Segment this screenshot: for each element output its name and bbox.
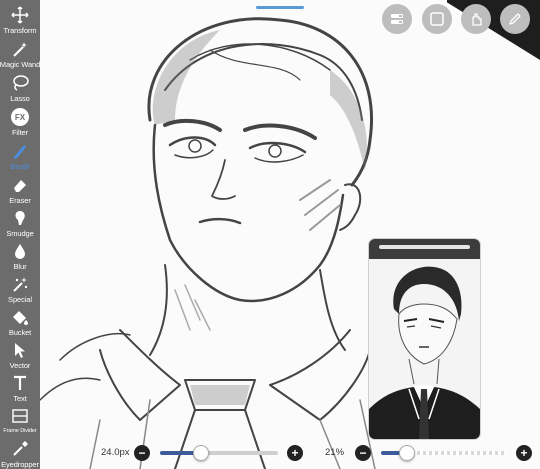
text-icon [9,372,31,394]
tool-filter[interactable]: FX Filter [0,106,40,137]
layers-icon [391,14,403,24]
tool-sidebar: Transform Magic Wand Lasso FX Filter Bru… [0,0,40,469]
tool-label: Lasso [10,94,30,103]
plus-icon: + [291,446,299,460]
opacity-increase-button[interactable]: + [516,445,532,461]
tool-label: Vector [9,361,31,370]
tool-label: Bucket [8,328,32,337]
opacity-value: 21% [325,447,345,458]
pen-icon [509,13,521,25]
lasso-icon [9,72,31,94]
tool-bucket[interactable]: Bucket [0,306,40,337]
layers-button[interactable] [382,4,412,34]
minus-icon: − [359,446,367,460]
tool-special[interactable]: Special [0,273,40,304]
tool-label: Transform [3,26,37,35]
tool-label: Frame Divider [3,428,37,434]
brush-size-decrease-button[interactable]: − [134,445,150,461]
tool-label: Eraser [9,196,31,205]
plus-icon: + [520,446,528,460]
color-button[interactable] [422,4,452,34]
opacity-decrease-button[interactable]: − [355,445,371,461]
tool-frame-divider[interactable]: Frame Divider [0,405,40,436]
hand-icon [472,13,482,26]
reference-image [369,259,480,439]
magic-wand-icon [9,38,31,60]
frame-divider-icon [9,405,31,427]
tool-lasso[interactable]: Lasso [0,72,40,103]
tool-label: Special [8,295,32,304]
tool-blur[interactable]: Blur [0,240,40,271]
tool-text[interactable]: Text [0,372,40,403]
tool-label: Eyedropper [1,460,39,469]
reference-window[interactable] [369,239,480,439]
eyedropper-icon [9,438,31,460]
vector-icon [9,339,31,361]
blur-icon [9,240,31,262]
reference-drag-handle[interactable] [379,245,470,249]
tool-brush[interactable]: Brush [0,140,40,171]
reference-window-header[interactable] [369,239,480,259]
brush-size-value: 24.0px [101,447,130,458]
tool-magic-wand[interactable]: Magic Wand [0,38,40,69]
tool-label: Blur [13,262,27,271]
tool-label: Smudge [6,229,34,238]
tool-eyedropper[interactable]: Eyedropper [0,438,40,469]
bucket-icon [9,306,31,328]
tool-transform[interactable]: Transform [0,4,40,35]
eraser-icon [9,174,31,196]
brush-icon [9,140,31,162]
canvas-scroll-indicator [256,6,304,9]
transform-icon [9,4,31,26]
pen-tool-button[interactable] [500,4,530,34]
tool-vector[interactable]: Vector [0,339,40,370]
fx-icon: FX [9,106,31,128]
tool-label: Filter [11,128,29,137]
tool-eraser[interactable]: Eraser [0,174,40,205]
brush-size-track[interactable] [160,451,278,455]
tool-label: Brush [10,162,30,171]
smudge-icon [9,207,31,229]
fx-badge: FX [11,108,29,126]
square-icon [430,12,444,26]
brush-size-increase-button[interactable]: + [287,445,303,461]
hand-tool-button[interactable] [461,4,491,34]
tool-label: Magic Wand [0,60,41,69]
tool-smudge[interactable]: Smudge [0,207,40,238]
special-icon [9,273,31,295]
minus-icon: − [138,446,146,460]
tool-label: Text [13,394,27,403]
